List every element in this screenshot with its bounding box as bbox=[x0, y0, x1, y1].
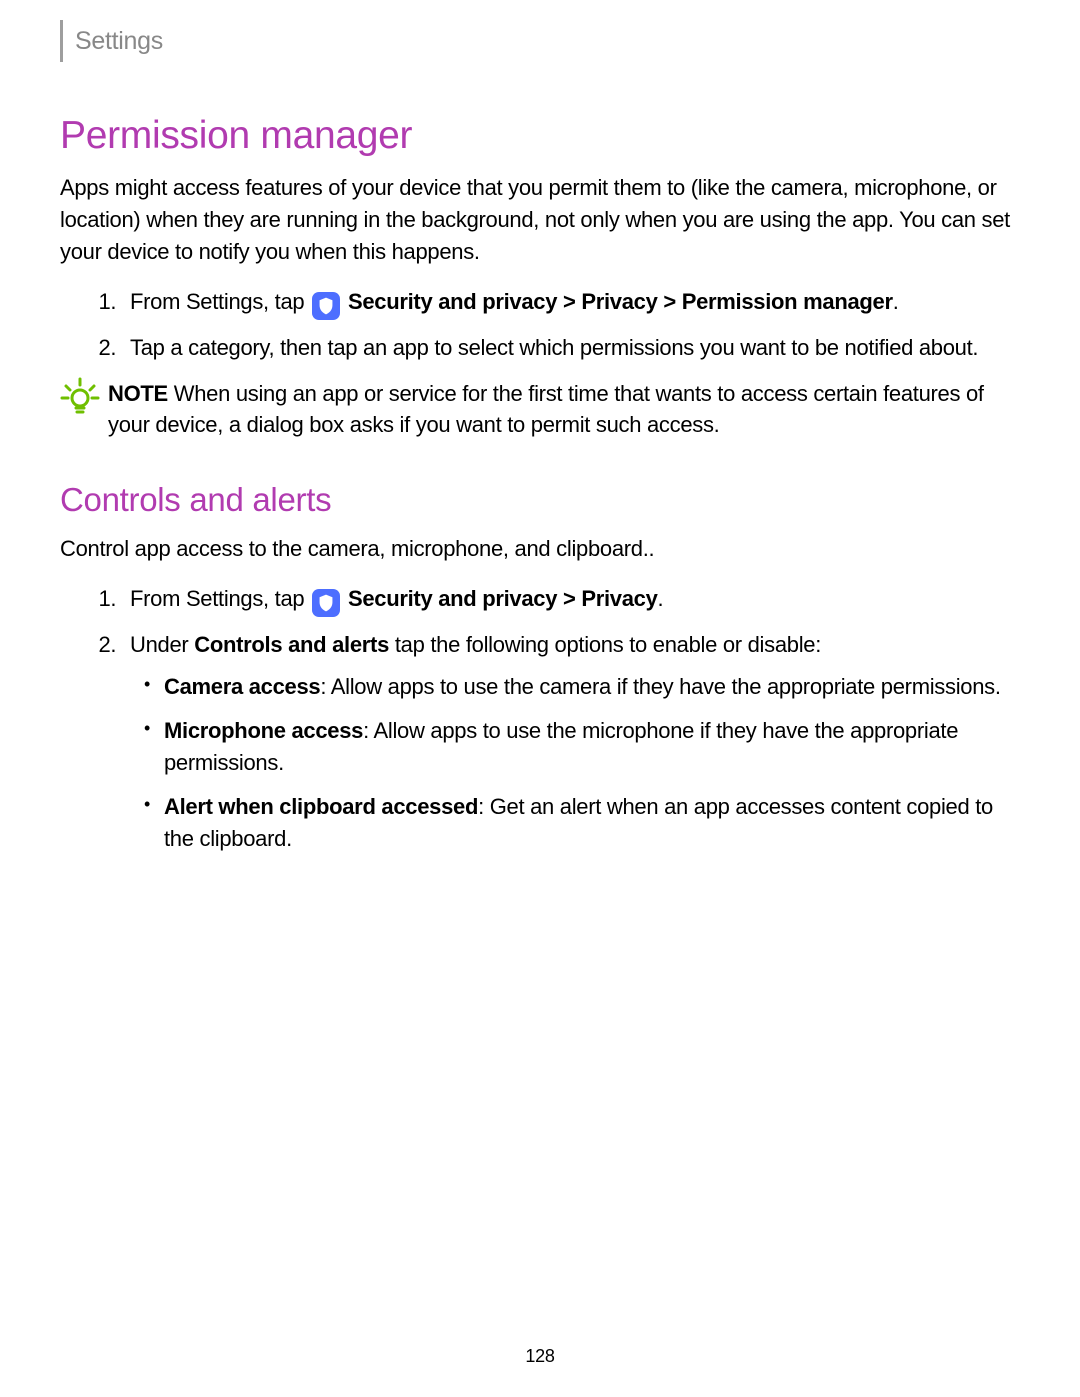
lightbulb-icon bbox=[60, 376, 100, 425]
note-text-container: NOTE When using an app or service for th… bbox=[108, 378, 1020, 442]
step1-text-before: From Settings, tap bbox=[130, 289, 310, 314]
option-label: Camera access bbox=[164, 674, 320, 699]
section-heading-controls-alerts: Controls and alerts bbox=[60, 481, 1020, 519]
s2-step2-before: Under bbox=[130, 632, 194, 657]
note-block: NOTE When using an app or service for th… bbox=[60, 378, 1020, 442]
controls-options-list: Camera access: Allow apps to use the cam… bbox=[130, 671, 1020, 854]
s2-step2-bold: Controls and alerts bbox=[194, 632, 389, 657]
note-text: When using an app or service for the fir… bbox=[108, 381, 984, 438]
section1-step-1: From Settings, tap Security and privacy … bbox=[122, 286, 1020, 320]
section2-steps: From Settings, tap Security and privacy … bbox=[60, 583, 1020, 854]
section2-intro: Control app access to the camera, microp… bbox=[60, 533, 1020, 565]
step1-text-after: . bbox=[893, 289, 899, 314]
section-heading-permission-manager: Permission manager bbox=[60, 114, 1020, 158]
shield-icon bbox=[312, 292, 340, 320]
section1-intro: Apps might access features of your devic… bbox=[60, 172, 1020, 268]
s2-step2-after: tap the following options to enable or d… bbox=[389, 632, 821, 657]
s2-step1-before: From Settings, tap bbox=[130, 586, 310, 611]
section1-step-2: Tap a category, then tap an app to selec… bbox=[122, 332, 1020, 364]
header-accent-bar bbox=[60, 20, 63, 62]
section2-step-1: From Settings, tap Security and privacy … bbox=[122, 583, 1020, 617]
list-item: Microphone access: Allow apps to use the… bbox=[164, 715, 1020, 779]
option-label: Microphone access bbox=[164, 718, 363, 743]
section1-steps: From Settings, tap Security and privacy … bbox=[60, 286, 1020, 364]
shield-icon bbox=[312, 589, 340, 617]
page-header: Settings bbox=[60, 0, 1020, 62]
section2-step-2: Under Controls and alerts tap the follow… bbox=[122, 629, 1020, 854]
note-label: NOTE bbox=[108, 381, 168, 406]
step1-path-bold: Security and privacy > Privacy > Permiss… bbox=[348, 289, 893, 314]
s2-step1-bold: Security and privacy > Privacy bbox=[348, 586, 658, 611]
list-item: Camera access: Allow apps to use the cam… bbox=[164, 671, 1020, 703]
option-label: Alert when clipboard accessed bbox=[164, 794, 478, 819]
breadcrumb: Settings bbox=[75, 27, 163, 56]
page-number: 128 bbox=[0, 1346, 1080, 1367]
option-text: : Allow apps to use the camera if they h… bbox=[320, 674, 1000, 699]
s2-step1-after: . bbox=[658, 586, 664, 611]
list-item: Alert when clipboard accessed: Get an al… bbox=[164, 791, 1020, 855]
